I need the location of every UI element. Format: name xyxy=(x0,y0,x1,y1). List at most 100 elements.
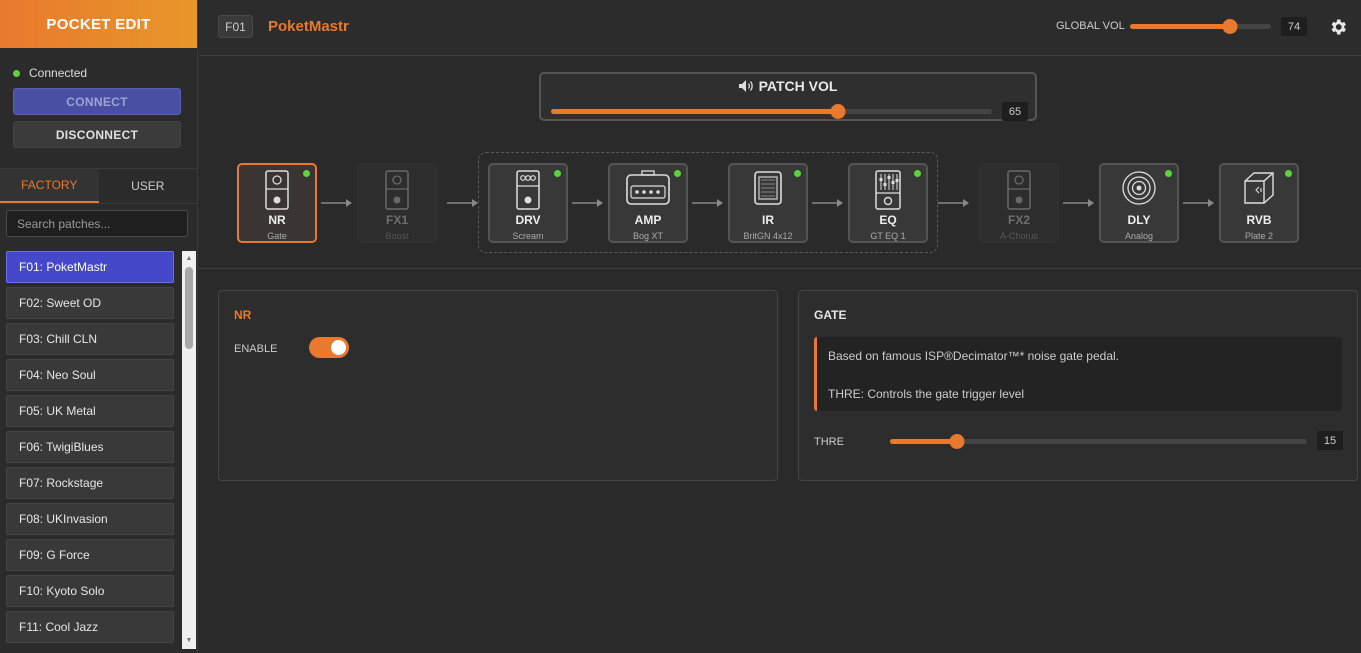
chain-block-model: Bog XT xyxy=(632,231,663,241)
patch-search-input[interactable] xyxy=(6,210,188,237)
led-on-icon xyxy=(674,170,681,177)
patch-vol-fill xyxy=(551,109,838,114)
patch-vol-knob[interactable] xyxy=(830,104,846,119)
chain-arrow-icon xyxy=(321,199,352,207)
app-title: POCKET EDIT xyxy=(0,0,197,48)
disconnect-button[interactable]: DISCONNECT xyxy=(13,121,181,148)
chain-arrow-icon xyxy=(692,199,723,207)
chain-arrow-icon xyxy=(446,199,478,207)
connection-status: Connected xyxy=(0,62,197,84)
led-on-icon xyxy=(914,170,921,177)
patch-item[interactable]: F05: UK Metal xyxy=(6,395,174,427)
gate-info-box: Based on famous ISP®Decimator™* noise ga… xyxy=(814,337,1342,411)
info-thre-help: THRE: Controls the gate trigger level xyxy=(828,387,1025,401)
patch-name[interactable]: PoketMastr xyxy=(268,18,349,35)
chain-block-model: A-Chorus xyxy=(999,231,1038,241)
patch-bank-tabs: FACTORY USER xyxy=(0,168,197,204)
patch-item[interactable]: F09: G Force xyxy=(6,539,174,571)
chain-arrow-icon xyxy=(1183,199,1214,207)
chain-block-amp[interactable]: AMP Bog XT xyxy=(608,163,688,243)
chain-block-model: BritGN 4x12 xyxy=(743,231,793,241)
global-vol-fill xyxy=(1130,24,1231,29)
global-vol-knob[interactable] xyxy=(1222,19,1238,34)
chain-arrow-icon xyxy=(812,199,843,207)
chain-block-drv[interactable]: DRV Scream xyxy=(488,163,568,243)
chain-block-model: Analog xyxy=(1124,231,1154,241)
chain-arrow-icon xyxy=(572,199,603,207)
app-root: POCKET EDIT Connected CONNECT DISCONNECT… xyxy=(0,0,1361,653)
patch-item[interactable]: F03: Chill CLN xyxy=(6,323,174,355)
speaker-icon xyxy=(738,80,753,92)
patch-list: F01: PoketMastr F02: Sweet OD F03: Chill… xyxy=(6,251,174,647)
scroll-up-arrow-icon[interactable]: ▲ xyxy=(182,253,196,265)
patch-vol-box: PATCH VOL 65 xyxy=(539,72,1037,121)
chain-block-name: FX1 xyxy=(385,213,408,227)
chain-block-name: EQ xyxy=(879,213,897,227)
chain-block-fx2[interactable]: FX2 A-Chorus xyxy=(979,163,1059,243)
tab-factory[interactable]: FACTORY xyxy=(0,169,99,203)
led-on-icon xyxy=(554,170,561,177)
chain-block-fx1[interactable]: FX1 Boost xyxy=(357,163,437,243)
enable-toggle[interactable] xyxy=(309,337,349,358)
patch-item[interactable]: F10: Kyoto Solo xyxy=(6,575,174,607)
global-vol-label: GLOBAL VOL xyxy=(1056,20,1125,32)
connect-button[interactable]: CONNECT xyxy=(13,88,181,115)
thre-fill xyxy=(890,439,957,444)
global-vol-value: 74 xyxy=(1281,17,1307,36)
thre-value: 15 xyxy=(1317,431,1343,450)
chain-block-model: Gate xyxy=(267,231,287,241)
gate-panel-title: GATE xyxy=(814,308,847,322)
chain-block-model: Boost xyxy=(385,231,409,241)
chain-arrow-icon xyxy=(937,199,969,207)
scroll-down-arrow-icon[interactable]: ▼ xyxy=(182,635,196,647)
led-on-icon xyxy=(303,170,310,177)
tab-user[interactable]: USER xyxy=(99,169,198,203)
chain-block-name: DRV xyxy=(515,213,541,227)
patch-item[interactable]: F11: Cool Jazz xyxy=(6,611,174,643)
chain-block-name: NR xyxy=(268,213,286,227)
patch-vol-slider[interactable] xyxy=(551,104,992,119)
patch-item[interactable]: F04: Neo Soul xyxy=(6,359,174,391)
status-led-icon xyxy=(13,69,20,77)
chain-block-name: AMP xyxy=(634,213,662,227)
thre-knob[interactable] xyxy=(949,434,965,449)
chain-block-name: IR xyxy=(762,213,774,227)
patch-list-scrollbar[interactable]: ▲ ▼ xyxy=(182,251,196,649)
chain-arrow-icon xyxy=(1063,199,1094,207)
nr-panel-title: NR xyxy=(234,308,252,322)
led-on-icon xyxy=(1165,170,1172,177)
chain-block-name: RVB xyxy=(1246,213,1272,227)
status-label: Connected xyxy=(29,66,88,80)
patch-id-badge: F01 xyxy=(218,15,253,38)
patch-item[interactable]: F02: Sweet OD xyxy=(6,287,174,319)
gate-panel: GATE Based on famous ISP®Decimator™* noi… xyxy=(798,290,1358,481)
patch-item[interactable]: F07: Rockstage xyxy=(6,467,174,499)
led-on-icon xyxy=(794,170,801,177)
scrollbar-thumb[interactable] xyxy=(185,267,193,349)
thre-slider[interactable] xyxy=(890,434,1307,449)
sidebar: POCKET EDIT Connected CONNECT DISCONNECT… xyxy=(0,0,198,653)
chain-block-model: GT EQ 1 xyxy=(870,231,906,241)
chain-block-rvb[interactable]: RVB Plate 2 xyxy=(1219,163,1299,243)
enable-label: ENABLE xyxy=(234,343,278,355)
info-description: Based on famous ISP®Decimator™* noise ga… xyxy=(828,349,1119,363)
led-on-icon xyxy=(1285,170,1292,177)
toggle-knob xyxy=(331,340,346,355)
chain-block-nr[interactable]: NR Gate xyxy=(237,163,317,243)
patch-item[interactable]: F06: TwigiBlues xyxy=(6,431,174,463)
patch-item[interactable]: F01: PoketMastr xyxy=(6,251,174,283)
patch-item[interactable]: F08: UKInvasion xyxy=(6,503,174,535)
chain-block-eq[interactable]: EQ GT EQ 1 xyxy=(848,163,928,243)
chain-block-model: Scream xyxy=(512,231,544,241)
thre-label: THRE xyxy=(814,436,844,448)
chain-block-name: FX2 xyxy=(1007,213,1030,227)
chain-block-dly[interactable]: DLY Analog xyxy=(1099,163,1179,243)
patch-vol-value: 65 xyxy=(1002,102,1028,121)
patch-vol-title: PATCH VOL xyxy=(758,78,838,94)
chain-block-name: DLY xyxy=(1127,213,1151,227)
global-vol-slider[interactable] xyxy=(1130,19,1271,34)
nr-panel: NR ENABLE xyxy=(218,290,778,481)
gear-icon[interactable] xyxy=(1328,17,1348,37)
chain-block-ir[interactable]: IR BritGN 4x12 xyxy=(728,163,808,243)
chain-block-model: Plate 2 xyxy=(1244,231,1274,241)
